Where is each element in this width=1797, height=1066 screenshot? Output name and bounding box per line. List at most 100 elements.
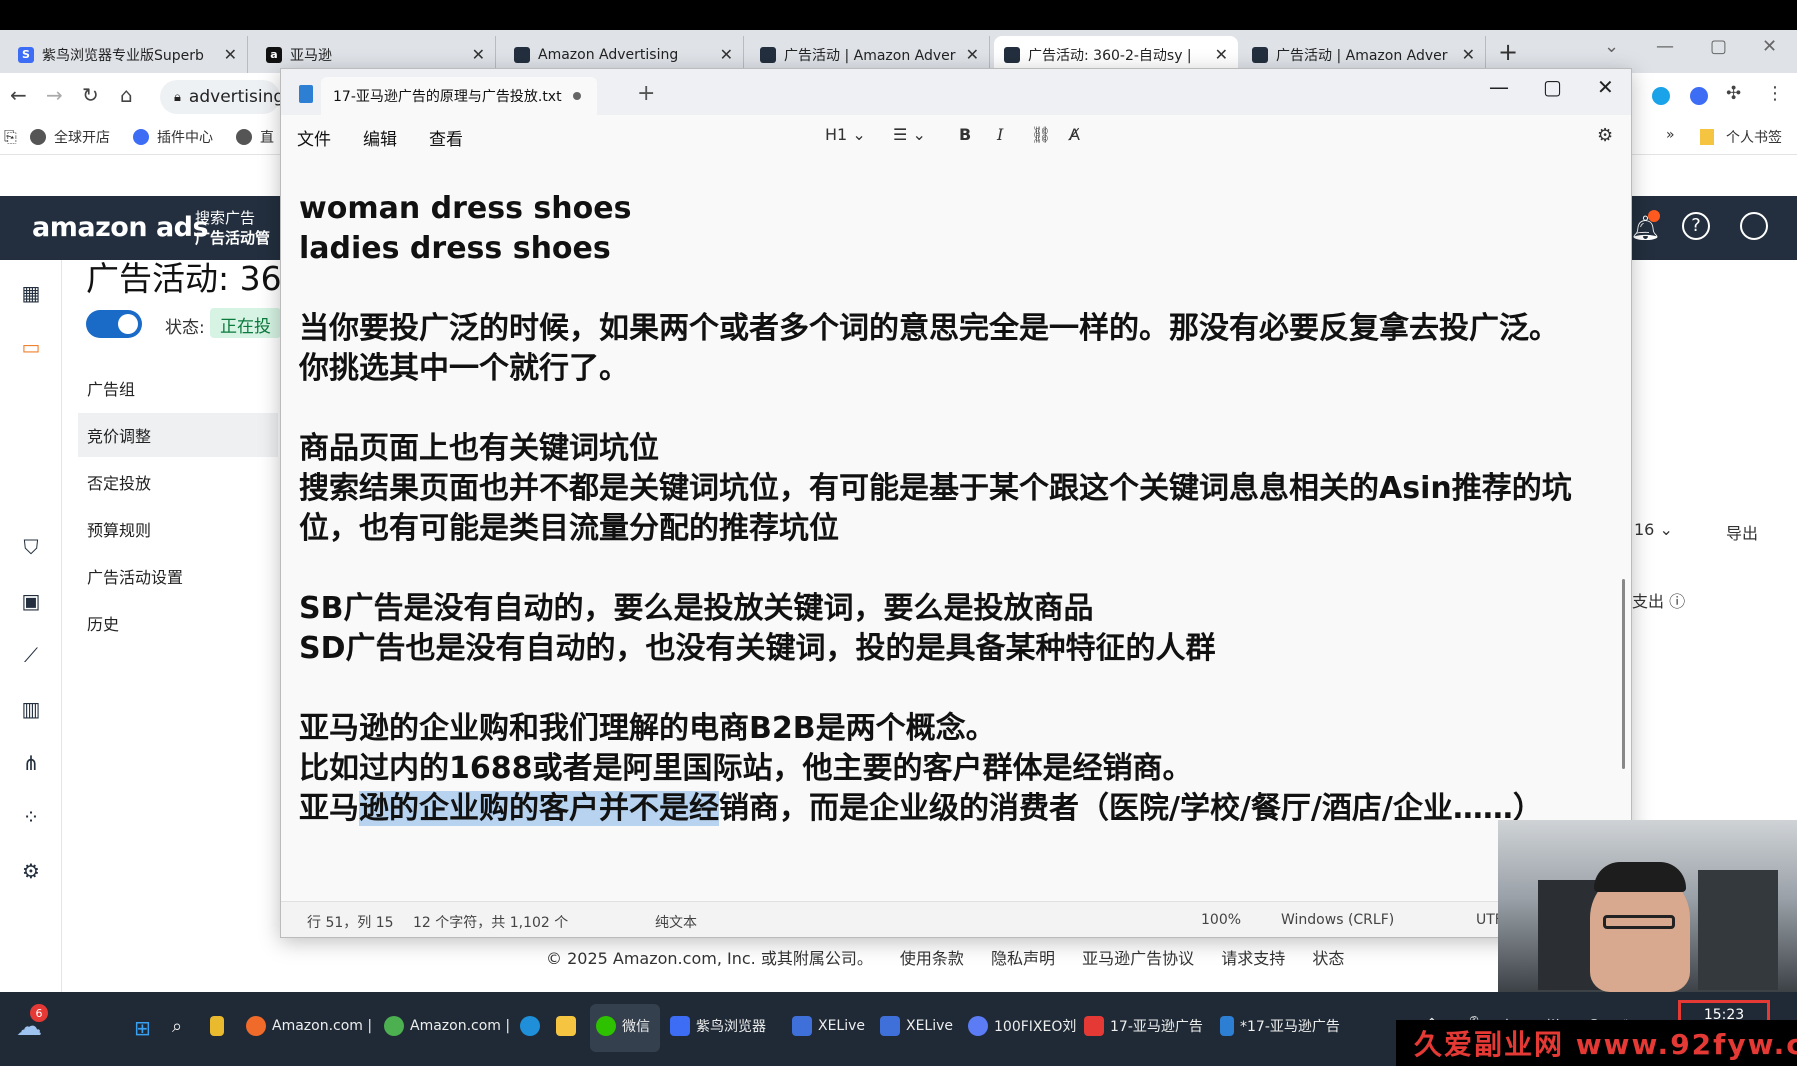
footer-link[interactable]: 请求支持 bbox=[1221, 949, 1285, 968]
folder-icon bbox=[1700, 129, 1714, 145]
extension-icon[interactable] bbox=[1652, 87, 1670, 105]
taskbar-app-edge[interactable] bbox=[520, 1016, 546, 1036]
close-icon[interactable]: ✕ bbox=[1462, 45, 1475, 64]
gear-icon[interactable]: ⚙ bbox=[18, 858, 44, 884]
bookmark-item[interactable]: 直 bbox=[236, 127, 274, 147]
taskbar-app-xmind[interactable]: 17-亚马逊广告 bbox=[1084, 1016, 1203, 1036]
ads-nav-line2: 广告活动管 bbox=[195, 229, 271, 247]
line-ending[interactable]: Windows (CRLF) bbox=[1281, 912, 1394, 928]
bookmark-item[interactable]: 全球开店 bbox=[30, 127, 110, 147]
campaign-icon[interactable]: ▭ bbox=[18, 334, 44, 360]
tab-list-icon[interactable]: ⌄ bbox=[1604, 36, 1619, 57]
maximize-button[interactable]: ▢ bbox=[1710, 36, 1727, 57]
globe-icon bbox=[30, 129, 46, 145]
address-bar[interactable]: 🔒︎ advertising bbox=[160, 80, 284, 114]
campaign-toggle[interactable] bbox=[86, 310, 142, 338]
scrollbar[interactable] bbox=[1622, 579, 1625, 769]
home-icon[interactable]: ⌂ bbox=[120, 83, 133, 107]
bold-button[interactable]: B bbox=[959, 125, 971, 144]
close-window-button[interactable]: ✕ bbox=[1762, 36, 1777, 57]
text-line: 亚马逊的企业购的客户并不是经销商，而是企业级的消费者（医院/学校/餐厅/酒店/企… bbox=[299, 789, 1619, 829]
taskbar-app-firefox[interactable]: Amazon.com | bbox=[246, 1016, 372, 1036]
minimize-button[interactable]: — bbox=[1489, 75, 1509, 99]
text-format[interactable]: 纯文本 bbox=[655, 912, 697, 932]
list-select[interactable]: ☰ ⌄ bbox=[893, 125, 926, 144]
personal-bookmarks[interactable]: 个人书签 bbox=[1700, 127, 1782, 147]
leftnav-budget-rules[interactable]: 预算规则 bbox=[78, 507, 278, 551]
reload-icon[interactable]: ↻ bbox=[82, 83, 99, 107]
leftnav-ad-groups[interactable]: 广告组 bbox=[78, 366, 278, 410]
bookmark-panel-icon[interactable]: ⎘ bbox=[4, 127, 17, 147]
menu-edit[interactable]: 编辑 bbox=[363, 125, 397, 150]
extension-icon[interactable] bbox=[1690, 87, 1708, 105]
close-icon[interactable]: ✕ bbox=[720, 45, 733, 64]
xelive-icon bbox=[880, 1016, 900, 1036]
network-icon[interactable]: ⋔ bbox=[18, 750, 44, 776]
text-line: 比如过内的1688或者是阿里国际站，他主要的客户群体是经销商。 bbox=[299, 751, 1193, 786]
export-button[interactable]: 导出 bbox=[1726, 520, 1758, 544]
amazon-ads-logo[interactable]: amazon ads bbox=[32, 212, 209, 243]
notepad-text-area[interactable]: woman dress shoes ladies dress shoes 当你要投广… bbox=[299, 189, 1619, 889]
zoom-level[interactable]: 100% bbox=[1201, 912, 1241, 928]
leftnav-history[interactable]: 历史 bbox=[78, 601, 278, 645]
windows-start-icon[interactable]: ⊞ bbox=[134, 1016, 151, 1040]
account-icon[interactable] bbox=[1740, 212, 1768, 240]
bar-chart-icon[interactable]: ▥ bbox=[18, 696, 44, 722]
help-icon[interactable]: ? bbox=[1682, 212, 1710, 240]
heading-select[interactable]: H1 ⌄ bbox=[825, 125, 866, 144]
close-icon[interactable]: ✕ bbox=[1215, 45, 1228, 64]
taskbar-app-100fixeo[interactable]: 100FIXEO刘 bbox=[968, 1016, 1076, 1036]
notepad-tab[interactable]: 17-亚马逊广告的原理与广告投放.txt bbox=[321, 77, 597, 115]
image-icon[interactable]: ▣ bbox=[18, 588, 44, 614]
amazon-ads-icon bbox=[1252, 46, 1268, 63]
footer-link[interactable]: 使用条款 bbox=[900, 949, 964, 968]
leftnav-bid-adjust[interactable]: 竞价调整 bbox=[78, 413, 278, 457]
ads-nav[interactable]: 搜索广告 广告活动管 bbox=[195, 208, 270, 248]
taskbar-app-xelive[interactable]: XELive bbox=[880, 1016, 953, 1036]
close-icon[interactable]: ✕ bbox=[472, 45, 485, 64]
more-bookmarks[interactable]: » bbox=[1666, 127, 1675, 143]
leftnav-settings[interactable]: 广告活动设置 bbox=[78, 554, 278, 598]
chevron-down-icon: ⌄ bbox=[912, 125, 926, 144]
forward-icon[interactable]: → bbox=[46, 83, 63, 107]
maximize-button[interactable]: ▢ bbox=[1543, 75, 1562, 99]
line-chart-icon[interactable]: ⟋ bbox=[18, 642, 44, 668]
footer-link[interactable]: 亚马逊广告协议 bbox=[1082, 949, 1194, 968]
gear-icon[interactable]: ⚙ bbox=[1597, 125, 1613, 146]
italic-button[interactable]: I bbox=[997, 125, 1003, 144]
close-icon[interactable]: ✕ bbox=[224, 45, 237, 64]
close-window-button[interactable]: ✕ bbox=[1597, 75, 1614, 99]
taskbar-widget[interactable] bbox=[210, 1016, 230, 1036]
footer-link[interactable]: 隐私声明 bbox=[991, 949, 1055, 968]
link-icon[interactable]: ⛓ bbox=[1031, 125, 1051, 144]
close-icon[interactable]: ✕ bbox=[966, 45, 979, 64]
minimize-button[interactable]: — bbox=[1656, 36, 1674, 57]
taskbar-app-explorer[interactable] bbox=[556, 1016, 582, 1036]
taskbar-app-xelive[interactable]: XELive bbox=[792, 1016, 865, 1036]
taskbar-app-ziniao[interactable]: 紫鸟浏览器 bbox=[670, 1016, 766, 1036]
new-tab-button[interactable]: + bbox=[1498, 38, 1518, 66]
leftnav-negative[interactable]: 否定投放 bbox=[78, 460, 278, 504]
browser-tab-1[interactable]: S 紫鸟浏览器专业版Superb ✕ bbox=[8, 36, 248, 73]
menu-file[interactable]: 文件 bbox=[297, 125, 331, 150]
apps-grid-icon[interactable]: ⁘ bbox=[18, 804, 44, 830]
taskbar-app-notepad[interactable]: *17-亚马逊广告 bbox=[1220, 1016, 1340, 1036]
page-size-select[interactable]: 16 ⌄ bbox=[1634, 520, 1673, 539]
puzzle-icon[interactable]: ✣ bbox=[1726, 83, 1741, 104]
menu-kebab-icon[interactable]: ⋮ bbox=[1766, 83, 1784, 104]
text-line: 亚马逊的企业购和我们理解的电商B2B是两个概念。 bbox=[299, 711, 996, 746]
footer-link[interactable]: 状态 bbox=[1312, 949, 1344, 968]
taskbar-app-wechat[interactable]: 微信 bbox=[596, 1016, 650, 1036]
bookmark-item[interactable]: 插件中心 bbox=[133, 127, 213, 147]
back-icon[interactable]: ← bbox=[10, 83, 27, 107]
dashboard-icon[interactable]: ▦ bbox=[18, 280, 44, 306]
taskbar-app-chrome[interactable]: Amazon.com | bbox=[384, 1016, 510, 1036]
clear-format-icon[interactable]: A̸ bbox=[1069, 125, 1080, 144]
menu-view[interactable]: 查看 bbox=[429, 125, 463, 150]
tab-label: 广告活动 | Amazon Adver bbox=[784, 47, 956, 64]
new-tab-button[interactable]: + bbox=[637, 81, 655, 106]
search-icon[interactable]: ⌕ bbox=[172, 1016, 182, 1037]
shield-icon[interactable]: ⛉ bbox=[18, 534, 44, 560]
top-black-strip bbox=[0, 0, 1797, 30]
